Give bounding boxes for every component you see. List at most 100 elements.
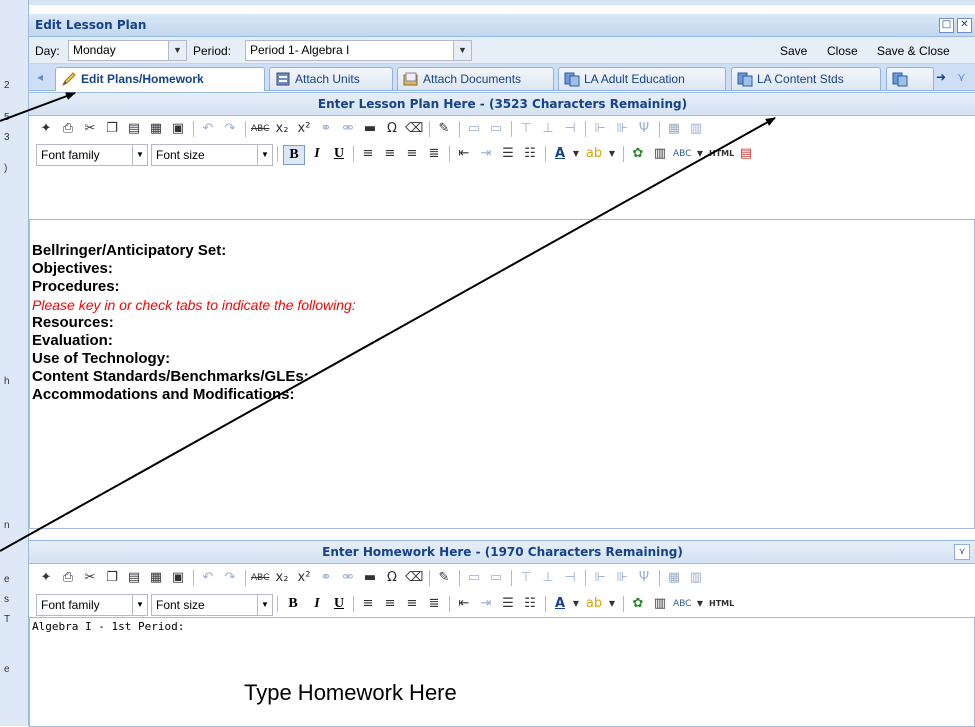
tab-la-adult-education[interactable]: LA Adult Education — [558, 67, 726, 90]
paste-word-icon[interactable]: ▣ — [169, 569, 187, 587]
chevron-down-icon[interactable]: ▼ — [567, 145, 585, 163]
chevron-down-icon[interactable]: ▼ — [453, 41, 471, 60]
italic-button[interactable]: I — [307, 145, 327, 163]
superscript-icon[interactable]: x² — [295, 569, 313, 587]
tab-attach-units[interactable]: Attach Units — [269, 67, 393, 90]
strikethrough-icon[interactable]: ABC — [251, 569, 269, 587]
scroll-left-icon[interactable]: ◂ — [37, 70, 43, 84]
undo-icon[interactable]: ↶ — [199, 569, 217, 587]
paste-icon[interactable]: ▤ — [125, 120, 143, 138]
table-props-icon[interactable]: ▭ — [487, 569, 505, 587]
media-icon[interactable]: ▥ — [651, 145, 669, 163]
close-icon[interactable]: ✕ — [957, 18, 972, 33]
delete-row-icon[interactable]: ⊣ — [561, 569, 579, 587]
highlight-color-icon[interactable]: ab — [585, 145, 603, 163]
horizontal-rule-icon[interactable]: ▬ — [361, 120, 379, 138]
html-icon[interactable]: HTML — [709, 145, 734, 163]
paste-text-icon[interactable]: ▦ — [147, 569, 165, 587]
outdent-icon[interactable]: ⇤ — [455, 595, 473, 613]
tab-menu-icon[interactable]: ⋎ — [957, 70, 966, 84]
homework-editor[interactable]: Algebra I - 1st Period: — [29, 617, 975, 727]
eraser-icon[interactable]: ⌫ — [405, 120, 423, 138]
lesson-plan-editor[interactable]: Bellringer/Anticipatory Set: Objectives:… — [29, 219, 975, 529]
merge-cells-icon[interactable]: ▦ — [665, 569, 683, 587]
align-right-icon[interactable]: ≡ — [403, 595, 421, 613]
subscript-icon[interactable]: x₂ — [273, 120, 291, 138]
bold-button[interactable]: B — [283, 595, 303, 613]
row-before-icon[interactable]: ⊤ — [517, 120, 535, 138]
copy-icon[interactable]: ❐ — [103, 569, 121, 587]
font-family-select[interactable]: Font family ▼ — [36, 144, 148, 166]
chevron-down-icon[interactable]: ▼ — [168, 41, 186, 60]
chevron-down-icon[interactable]: ▼ — [567, 595, 585, 613]
paste-word-icon[interactable]: ▣ — [169, 120, 187, 138]
align-left-icon[interactable]: ≡ — [359, 145, 377, 163]
numbered-list-icon[interactable]: ☷ — [521, 595, 539, 613]
cut-icon[interactable]: ✂ — [81, 569, 99, 587]
eraser-icon[interactable]: ⌫ — [405, 569, 423, 587]
font-size-select[interactable]: Font size ▼ — [151, 594, 273, 616]
underline-button[interactable]: U — [329, 145, 349, 163]
merge-cells-icon[interactable]: ▦ — [665, 120, 683, 138]
html-icon[interactable]: HTML — [709, 595, 734, 613]
bullet-list-icon[interactable]: ☰ — [499, 595, 517, 613]
close-button[interactable]: Close — [827, 44, 858, 58]
align-right-icon[interactable]: ≡ — [403, 145, 421, 163]
row-after-icon[interactable]: ⊥ — [539, 120, 557, 138]
font-family-select[interactable]: Font family ▼ — [36, 594, 148, 616]
unlink-icon[interactable]: ⚮ — [339, 120, 357, 138]
print-icon[interactable]: ⎙ — [59, 569, 77, 587]
align-center-icon[interactable]: ≡ — [381, 145, 399, 163]
chevron-down-icon[interactable]: ▼ — [132, 595, 147, 615]
outdent-icon[interactable]: ⇤ — [455, 145, 473, 163]
maximize-icon[interactable]: □ — [939, 18, 954, 33]
edit-icon[interactable]: ✎ — [435, 120, 453, 138]
indent-icon[interactable]: ⇥ — [477, 595, 495, 613]
paste-text-icon[interactable]: ▦ — [147, 120, 165, 138]
tab-attach-documents[interactable]: Attach Documents — [397, 67, 554, 90]
edit-icon[interactable]: ✎ — [435, 569, 453, 587]
col-before-icon[interactable]: ⊩ — [591, 120, 609, 138]
table-props-icon[interactable]: ▭ — [487, 120, 505, 138]
chevron-down-icon[interactable]: ▼ — [257, 595, 272, 615]
strikethrough-icon[interactable]: ABC — [251, 120, 269, 138]
chevron-down-icon[interactable]: ▼ — [603, 595, 621, 613]
table-icon[interactable]: ▭ — [465, 569, 483, 587]
paste-icon[interactable]: ▤ — [125, 569, 143, 587]
delete-col-icon[interactable]: Ψ — [635, 120, 653, 138]
template-icon[interactable]: ▤ — [737, 145, 755, 163]
redo-icon[interactable]: ↷ — [221, 120, 239, 138]
underline-button[interactable]: U — [329, 595, 349, 613]
day-select[interactable]: Monday ▼ — [68, 40, 187, 61]
link-icon[interactable]: ⚭ — [317, 120, 335, 138]
bold-button[interactable]: B — [283, 145, 305, 165]
subscript-icon[interactable]: x₂ — [273, 569, 291, 587]
tab-overflow[interactable] — [886, 67, 934, 90]
chevron-down-icon[interactable]: ▼ — [603, 145, 621, 163]
new-document-icon[interactable]: ✦ — [37, 569, 55, 587]
image-icon[interactable]: ✿ — [629, 595, 647, 613]
undo-icon[interactable]: ↶ — [199, 120, 217, 138]
spellcheck-icon[interactable]: ABC — [673, 145, 691, 163]
print-icon[interactable]: ⎙ — [59, 120, 77, 138]
numbered-list-icon[interactable]: ☷ — [521, 145, 539, 163]
tab-la-content-stds[interactable]: LA Content Stds — [731, 67, 881, 90]
link-icon[interactable]: ⚭ — [317, 569, 335, 587]
superscript-icon[interactable]: x² — [295, 120, 313, 138]
chevron-down-icon[interactable]: ▼ — [132, 145, 147, 165]
col-after-icon[interactable]: ⊪ — [613, 569, 631, 587]
split-cells-icon[interactable]: ▥ — [687, 120, 705, 138]
align-justify-icon[interactable]: ≣ — [425, 145, 443, 163]
col-after-icon[interactable]: ⊪ — [613, 120, 631, 138]
split-cells-icon[interactable]: ▥ — [687, 569, 705, 587]
align-left-icon[interactable]: ≡ — [359, 595, 377, 613]
unlink-icon[interactable]: ⚮ — [339, 569, 357, 587]
copy-icon[interactable]: ❐ — [103, 120, 121, 138]
indent-icon[interactable]: ⇥ — [477, 145, 495, 163]
cut-icon[interactable]: ✂ — [81, 120, 99, 138]
redo-icon[interactable]: ↷ — [221, 569, 239, 587]
image-icon[interactable]: ✿ — [629, 145, 647, 163]
period-select[interactable]: Period 1- Algebra I ▼ — [245, 40, 472, 61]
bullet-list-icon[interactable]: ☰ — [499, 145, 517, 163]
chevron-down-icon[interactable]: ▼ — [691, 145, 709, 163]
